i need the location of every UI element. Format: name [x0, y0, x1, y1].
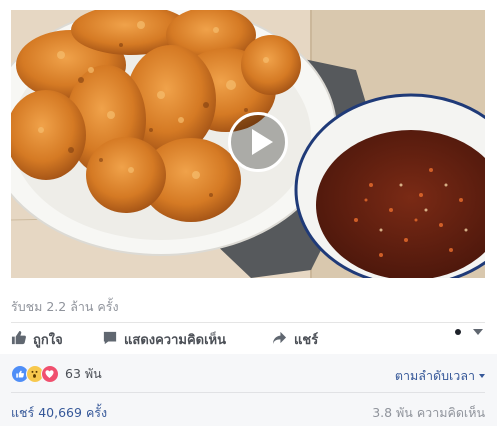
share-button[interactable]: แชร์: [272, 329, 318, 350]
reaction-count: 63 พัน: [65, 366, 102, 381]
like-label: ถูกใจ: [33, 333, 63, 348]
chevron-down-icon: [479, 374, 485, 378]
divider: [11, 392, 485, 393]
comment-sort-dropdown[interactable]: ตามลำดับเวลา: [395, 366, 485, 386]
share-arrow-icon: [272, 331, 287, 349]
action-bar: ถูกใจ แสดงความคิดเห็น แชร์: [0, 323, 497, 353]
share-label: แชร์: [294, 333, 319, 348]
chevron-down-icon: [473, 329, 483, 335]
sort-label: ตามลำดับเวลา: [394, 368, 475, 383]
love-reaction-icon: [41, 365, 59, 383]
comment-icon: [103, 331, 117, 349]
comment-label: แสดงความคิดเห็น: [124, 333, 227, 348]
view-count: รับชม 2.2 ล้าน ครั้ง: [11, 299, 119, 314]
play-button[interactable]: [228, 112, 288, 172]
play-icon: [252, 129, 273, 155]
comment-count-link[interactable]: 3.8 พัน ความคิดเห็น: [372, 403, 485, 423]
video-post-card: รับชม 2.2 ล้าน ครั้ง ถูกใจ แสดงความคิดเห…: [0, 0, 497, 426]
thumbs-up-icon: [11, 330, 26, 349]
video-player[interactable]: [11, 10, 485, 278]
share-count-link[interactable]: แชร์ 40,669 ครั้ง: [11, 403, 107, 423]
comment-button[interactable]: แสดงความคิดเห็น: [103, 329, 226, 350]
like-button[interactable]: ถูกใจ: [11, 329, 63, 350]
reactions-panel: 63 พัน ตามลำดับเวลา แชร์ 40,669 ครั้ง 3.…: [0, 354, 497, 426]
reaction-summary[interactable]: 63 พัน: [11, 364, 102, 384]
audience-selector[interactable]: [455, 329, 483, 335]
audience-icon: [455, 329, 461, 335]
